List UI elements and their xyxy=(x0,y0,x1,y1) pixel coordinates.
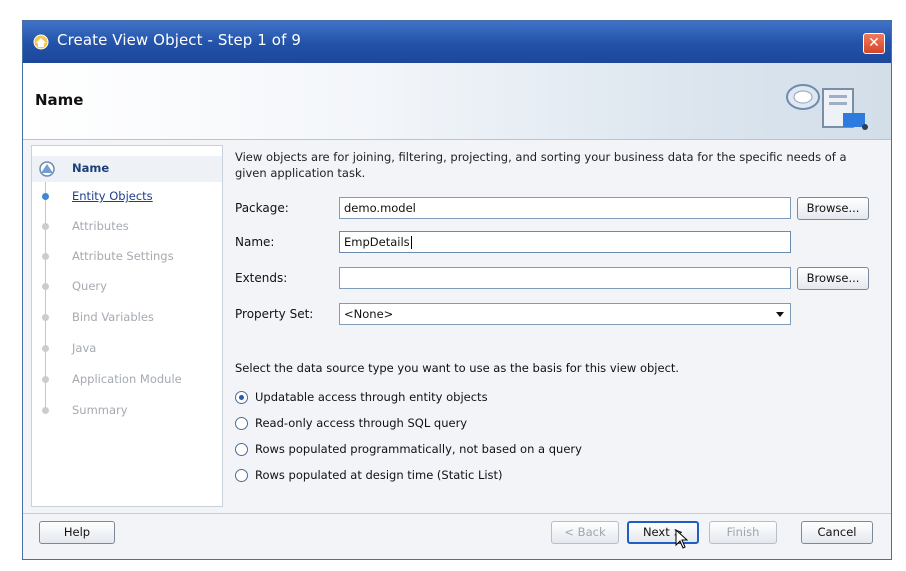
sidebar-item-label: Attributes xyxy=(72,219,129,233)
mouse-pointer-icon xyxy=(675,529,689,549)
step-dot-icon xyxy=(42,345,49,352)
sidebar-item-label: Bind Variables xyxy=(72,310,154,324)
step-dot-icon xyxy=(42,376,49,383)
footer-divider xyxy=(23,513,891,514)
radio-label: Updatable access through entity objects xyxy=(255,390,488,404)
radio-button[interactable] xyxy=(235,469,248,482)
step-dot-icon xyxy=(42,193,49,200)
sidebar-item-attributes: Attributes xyxy=(32,214,222,240)
package-field[interactable]: demo.model xyxy=(339,197,791,219)
sidebar-item-bind-variables: Bind Variables xyxy=(32,305,222,331)
current-step-icon xyxy=(39,161,55,177)
view-object-wizard-icon xyxy=(33,34,49,50)
title-bar[interactable]: Create View Object - Step 1 of 9 ✕ xyxy=(23,21,891,63)
datasource-prompt: Select the data source type you want to … xyxy=(235,361,680,375)
step-header: Name xyxy=(23,63,891,140)
view-object-illustration-icon xyxy=(786,84,868,130)
browse-package-label: Browse... xyxy=(806,201,860,215)
step-dot-icon xyxy=(42,314,49,321)
help-button[interactable]: Help xyxy=(39,521,115,544)
sidebar-item-summary: Summary xyxy=(32,398,222,424)
browse-package-button[interactable]: Browse... xyxy=(797,197,869,220)
finish-label: Finish xyxy=(726,525,760,539)
name-field[interactable]: EmpDetails xyxy=(339,231,791,253)
sidebar-item-query: Query xyxy=(32,274,222,300)
browse-extends-button[interactable]: Browse... xyxy=(797,267,869,290)
wizard-steps-sidebar: Name Entity Objects Attributes Attribute… xyxy=(31,145,223,507)
property-set-label: Property Set: xyxy=(235,307,314,321)
sidebar-item-java: Java xyxy=(32,336,222,362)
radio-button[interactable] xyxy=(235,443,248,456)
radio-label: Rows populated programmatically, not bas… xyxy=(255,442,582,456)
sidebar-item-label: Application Module xyxy=(72,372,182,386)
sidebar-item-application-module: Application Module xyxy=(32,367,222,393)
text-caret xyxy=(410,236,412,249)
cancel-button[interactable]: Cancel xyxy=(801,521,873,544)
property-set-value: <None> xyxy=(344,307,394,321)
back-button[interactable]: < Back xyxy=(551,521,619,544)
browse-extends-label: Browse... xyxy=(806,271,860,285)
radio-button[interactable] xyxy=(235,391,248,404)
help-label: Help xyxy=(63,525,91,539)
sidebar-item-entity-objects[interactable]: Entity Objects xyxy=(32,184,222,210)
sidebar-item-name[interactable]: Name xyxy=(32,156,222,182)
sidebar-item-attribute-settings: Attribute Settings xyxy=(32,244,222,270)
extends-field[interactable] xyxy=(339,267,791,289)
create-view-object-dialog: Create View Object - Step 1 of 9 ✕ Name … xyxy=(22,20,892,560)
step-dot-icon xyxy=(42,253,49,260)
package-label: Package: xyxy=(235,201,289,215)
package-value: demo.model xyxy=(344,201,416,215)
sidebar-item-label: Summary xyxy=(72,403,128,417)
close-icon: ✕ xyxy=(868,35,880,51)
radio-button[interactable] xyxy=(235,417,248,430)
step-dot-icon xyxy=(42,283,49,290)
finish-button[interactable]: Finish xyxy=(709,521,777,544)
sidebar-item-label: Name xyxy=(72,161,110,175)
step-title: Name xyxy=(35,91,84,109)
sidebar-item-label: Attribute Settings xyxy=(72,249,174,263)
name-value: EmpDetails xyxy=(344,235,410,249)
chevron-down-icon xyxy=(776,312,784,317)
radio-label: Rows populated at design time (Static Li… xyxy=(255,468,503,482)
step-dot-icon xyxy=(42,223,49,230)
sidebar-item-label: Java xyxy=(72,341,97,355)
background-strip xyxy=(0,0,906,20)
step-dot-icon xyxy=(42,407,49,414)
sidebar-item-label: Entity Objects xyxy=(72,189,153,203)
sidebar-item-label: Query xyxy=(72,279,107,293)
name-label: Name: xyxy=(235,235,275,249)
radio-label: Read-only access through SQL query xyxy=(255,416,468,430)
extends-label: Extends: xyxy=(235,271,288,285)
cancel-label: Cancel xyxy=(817,525,857,539)
step-description: View objects are for joining, filtering,… xyxy=(235,150,847,180)
back-label: < Back xyxy=(564,525,606,539)
close-button[interactable]: ✕ xyxy=(863,33,885,54)
property-set-select[interactable]: <None> xyxy=(339,303,791,325)
window-title: Create View Object - Step 1 of 9 xyxy=(57,31,301,49)
